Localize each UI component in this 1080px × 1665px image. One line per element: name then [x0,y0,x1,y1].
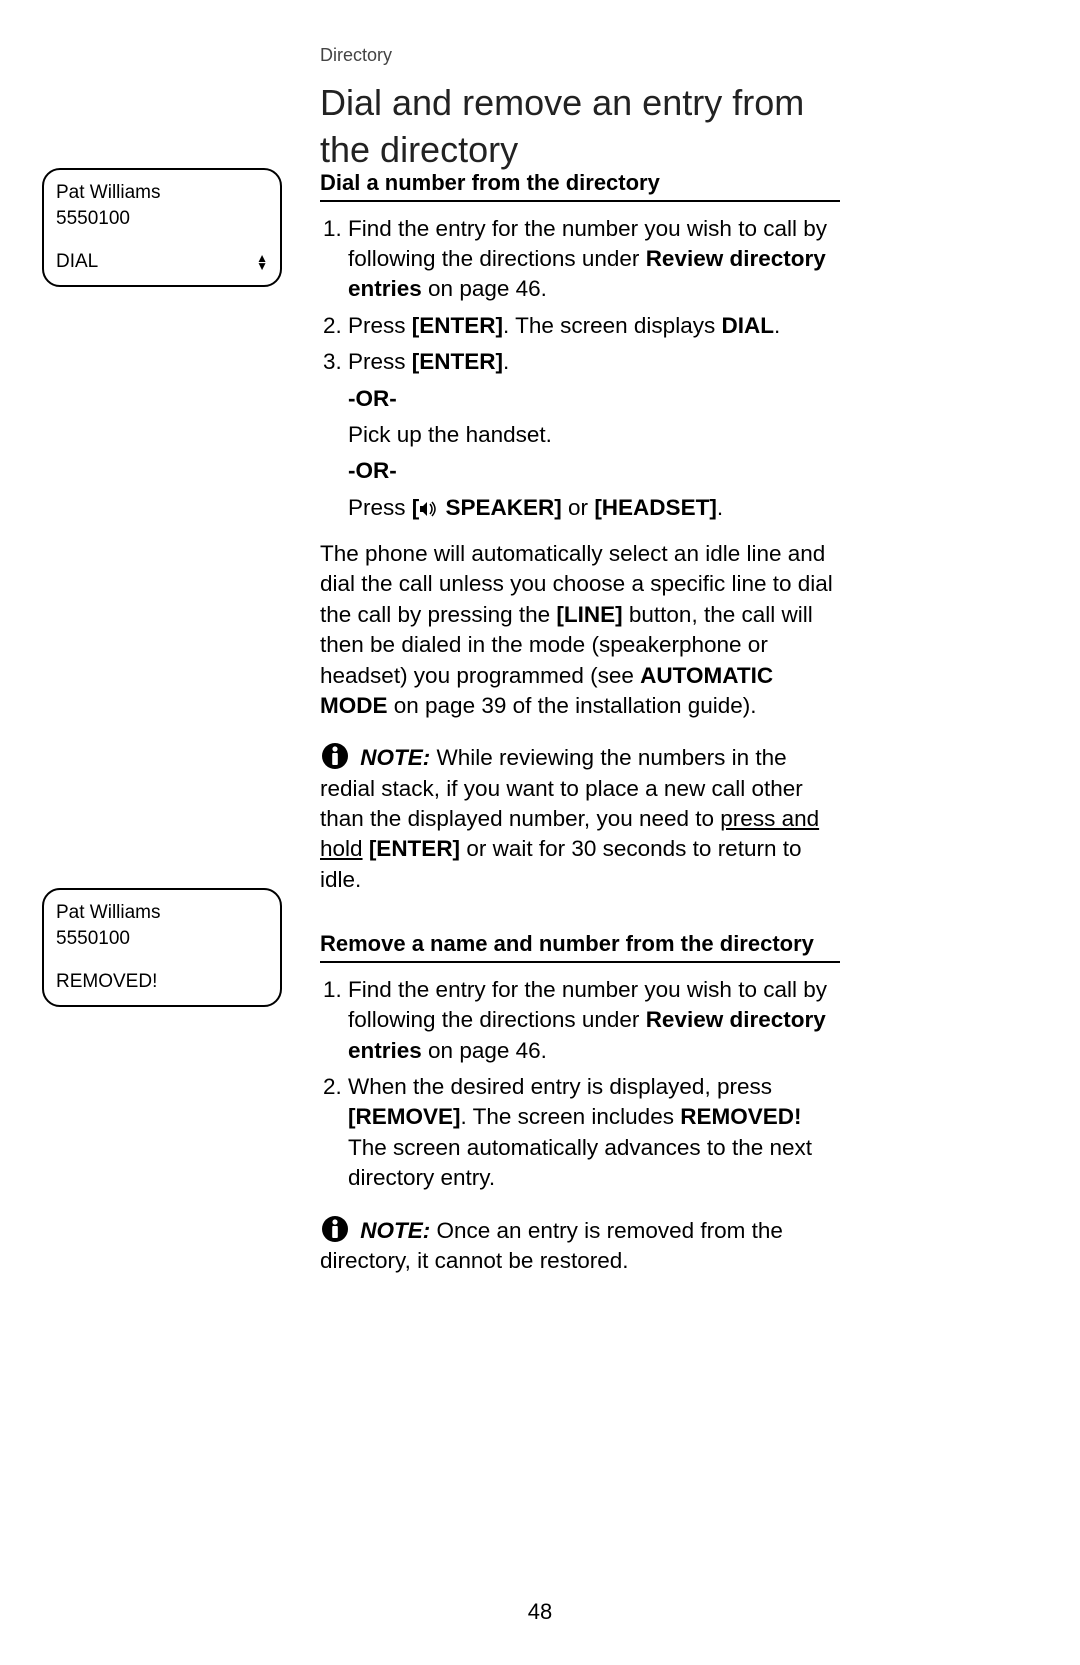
note-cannot-restore: NOTE: Once an entry is removed from the … [320,1214,840,1277]
lcd-display-removed: Pat Williams 5550100 REMOVED! [42,888,282,1007]
step-1: Find the entry for the number you wish t… [348,214,840,305]
lcd-entry-name: Pat Williams [56,900,268,926]
press-speaker-headset: Press [ SPEAKER] or [HEADSET]. [348,493,840,525]
pickup-handset: Pick up the handset. [348,420,840,450]
lcd-entry-number: 5550100 [56,206,268,232]
auto-select-paragraph: The phone will automatically select an i… [320,539,840,721]
section1-steps: Find the entry for the number you wish t… [320,214,840,525]
lcd-display-dial: Pat Williams 5550100 DIAL ▲▼ [42,168,282,287]
step-2: Press [ENTER]. The screen displays DIAL. [348,311,840,341]
step-1: Find the entry for the number you wish t… [348,975,840,1066]
page-number: 48 [0,1599,1080,1625]
section2-steps: Find the entry for the number you wish t… [320,975,840,1194]
lcd-status-label: REMOVED! [56,969,268,995]
section-heading-remove: Remove a name and number from the direct… [320,929,840,963]
breadcrumb: Directory [320,45,392,66]
lcd-entry-number: 5550100 [56,926,268,952]
info-icon [320,741,350,771]
lcd-entry-name: Pat Williams [56,180,268,206]
section-heading-dial: Dial a number from the directory [320,168,840,202]
or-label: -OR- [348,456,840,486]
note-redial: NOTE: While reviewing the numbers in the… [320,741,840,895]
step-3: Press [ENTER]. -OR- Pick up the handset.… [348,347,840,525]
nav-arrows-icon: ▲▼ [256,254,268,270]
speaker-icon [419,495,439,525]
step-2: When the desired entry is displayed, pre… [348,1072,840,1194]
info-icon [320,1214,350,1244]
or-label: -OR- [348,384,840,414]
page-title: Dial and remove an entry from the direct… [320,80,840,174]
lcd-action-label: DIAL [56,249,98,275]
